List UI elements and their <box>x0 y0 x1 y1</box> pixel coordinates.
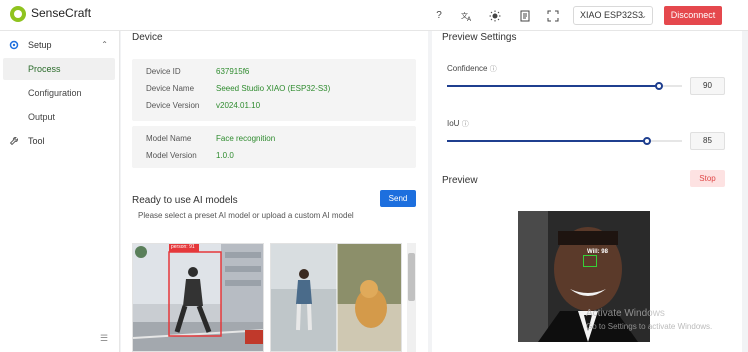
model-name-row: Model Name Face recognition <box>146 134 275 143</box>
stop-button[interactable]: Stop <box>690 170 725 187</box>
gear-icon <box>9 34 19 59</box>
info-value: 637915f6 <box>216 67 250 76</box>
preview-title: Preview <box>442 175 478 186</box>
chevron-down-icon: ⌄ <box>640 11 647 20</box>
send-button[interactable]: Send <box>380 190 416 207</box>
sidebar-item-label: Setup <box>28 40 52 50</box>
models-hint: Please select a preset AI model or uploa… <box>138 211 354 220</box>
info-key: Model Name <box>146 134 192 143</box>
model-info-box: Model Name Face recognition Model Versio… <box>132 126 416 168</box>
confidence-label: Confidence ⓘ <box>447 64 497 74</box>
sidebar-item-output[interactable]: Output <box>3 106 115 128</box>
iou-label-text: IoU <box>447 119 460 128</box>
device-name-row: Device Name Seeed Studio XIAO (ESP32-S3) <box>146 84 330 93</box>
info-icon: ⓘ <box>489 66 497 73</box>
info-value: Seeed Studio XIAO (ESP32-S3) <box>216 84 331 93</box>
confidence-slider[interactable] <box>447 82 682 90</box>
models-scrollbar[interactable] <box>407 243 416 352</box>
confidence-slider-fill <box>447 85 659 87</box>
sidebar-item-setup[interactable]: Setup ⌃ <box>0 34 120 56</box>
device-select[interactable]: XIAO ESP32S3 ⌄ <box>573 6 653 25</box>
models-section-title: Ready to use AI models <box>132 195 238 206</box>
svg-text:A: A <box>467 16 472 22</box>
scrollbar-thumb[interactable] <box>408 253 415 301</box>
info-value: 1.0.0 <box>216 151 234 160</box>
collapse-sidebar-icon[interactable]: ☰ <box>100 333 108 344</box>
confidence-input[interactable]: 90 <box>690 77 725 95</box>
sidebar-item-process[interactable]: Process <box>3 58 115 80</box>
page-scrollbar[interactable] <box>742 31 748 352</box>
help-icon[interactable]: ? <box>431 8 447 24</box>
top-bar: SenseCraft ? 文A XIAO ESP32S3 ⌄ Disconnec… <box>0 0 748 31</box>
info-icon: ⓘ <box>461 121 469 128</box>
document-icon[interactable] <box>517 8 533 24</box>
fullscreen-icon[interactable] <box>545 8 561 24</box>
sidebar-item-tool[interactable]: Tool <box>0 130 120 152</box>
preview-panel: Preview Settings Confidence ⓘ 90 IoU ⓘ 8… <box>432 31 742 352</box>
translate-icon[interactable]: 文A <box>459 8 475 24</box>
app-logo-icon <box>10 6 26 22</box>
person-detection-image <box>133 244 263 351</box>
info-key: Device ID <box>146 67 181 76</box>
model-version-row: Model Version 1.0.0 <box>146 151 234 160</box>
device-section-title: Device <box>132 32 163 43</box>
device-select-value: XIAO ESP32S3 <box>580 10 644 20</box>
device-id-row: Device ID 637915f6 <box>146 67 249 76</box>
app-name: SenseCraft <box>31 6 92 20</box>
info-key: Device Name <box>146 84 195 93</box>
iou-slider[interactable] <box>447 137 682 145</box>
activation-watermark-sub: Go to Settings to activate Windows. <box>586 322 713 331</box>
main-panel: Device Device ID 637915f6 Device Name Se… <box>121 31 428 352</box>
model-card-person[interactable]: person: 91 <box>132 243 264 352</box>
sidebar-item-label: Tool <box>28 136 45 146</box>
iou-slider-handle[interactable] <box>642 137 651 145</box>
sidebar: Setup ⌃ Process Configuration Output Too… <box>0 31 120 352</box>
disconnect-button[interactable]: Disconnect <box>664 6 722 25</box>
model-card-person-dog[interactable] <box>270 243 402 352</box>
theme-icon[interactable] <box>487 8 503 24</box>
person-dog-image <box>271 244 401 351</box>
confidence-label-text: Confidence <box>447 64 488 73</box>
preview-settings-title: Preview Settings <box>442 32 517 43</box>
iou-label: IoU ⓘ <box>447 119 469 129</box>
confidence-slider-handle[interactable] <box>654 82 663 90</box>
sidebar-item-configuration[interactable]: Configuration <box>3 82 115 104</box>
iou-slider-fill <box>447 140 647 142</box>
activation-watermark: Activate Windows <box>586 308 665 319</box>
detection-label: person: 91 <box>171 244 195 250</box>
chevron-up-icon: ⌃ <box>101 40 108 49</box>
iou-input[interactable]: 85 <box>690 132 725 150</box>
device-info-box: Device ID 637915f6 Device Name Seeed Stu… <box>132 59 416 121</box>
info-value: v2024.01.10 <box>216 101 261 110</box>
info-value: Face recognition <box>216 134 276 143</box>
device-version-row: Device Version v2024.01.10 <box>146 101 260 110</box>
info-key: Model Version <box>146 151 197 160</box>
info-key: Device Version <box>146 101 200 110</box>
wrench-icon <box>9 130 19 155</box>
detection-box <box>583 255 597 267</box>
